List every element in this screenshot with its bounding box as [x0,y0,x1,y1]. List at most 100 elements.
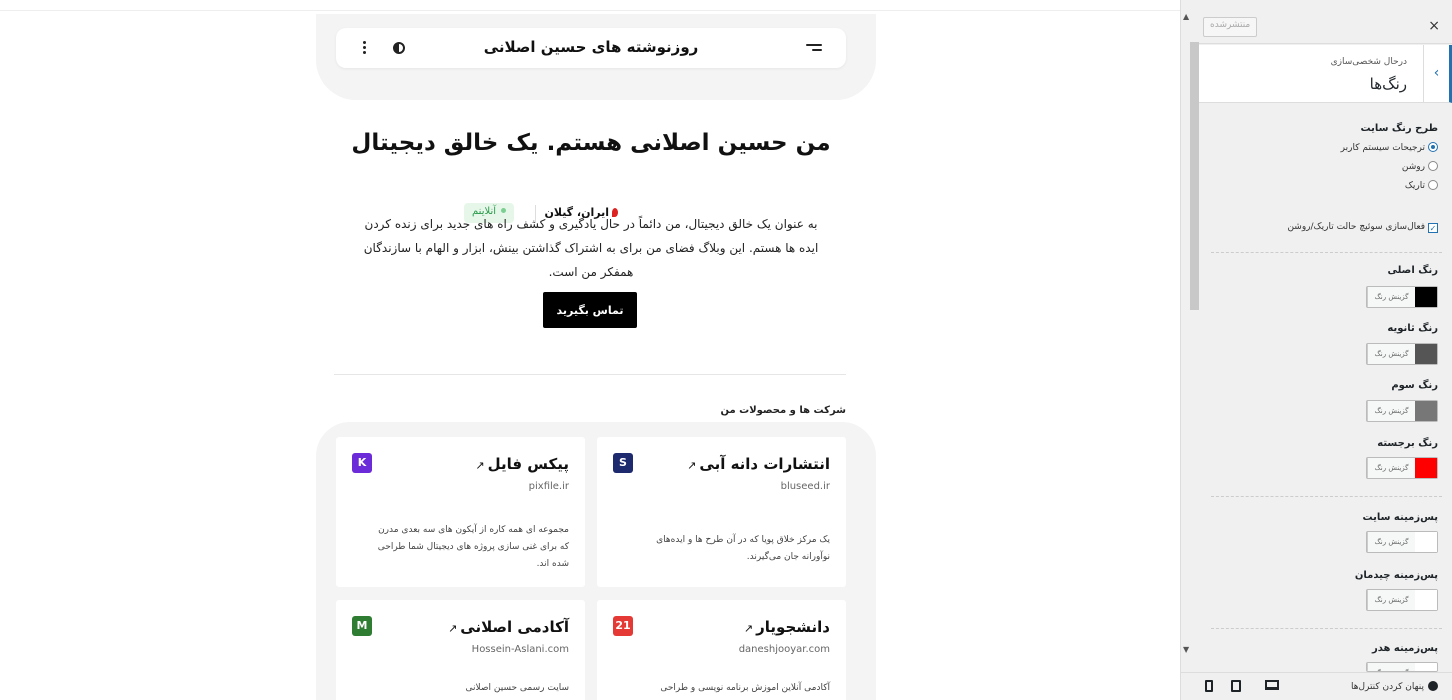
card-title[interactable]: دانشجویار↗ [744,618,830,636]
checkbox-label: فعال‌سازی سوئیچ حالت تاریک/روشن [1287,222,1425,232]
breadcrumb: درحال شخصی‌سازی [1330,57,1407,67]
color-label-site-bg: پس‌زمینه سایت [1362,512,1438,523]
external-link-icon: ↗ [687,459,697,472]
scroll-down-icon[interactable]: ▼ [1183,645,1189,654]
daneshjooyar-logo-icon: 21 [613,616,633,636]
color-picker-accent[interactable]: گزینش رنگ [1366,457,1438,479]
color-swatch[interactable] [1415,532,1437,552]
scheme-option-light[interactable]: روشن [1402,161,1438,175]
color-picker-primary[interactable]: گزینش رنگ [1366,286,1438,308]
color-swatch[interactable] [1415,344,1437,364]
color-scheme-title: طرح رنگ سایت [1360,123,1439,134]
color-picker-label[interactable]: گزینش رنگ [1367,663,1415,671]
card-url: bluseed.ir [780,481,830,492]
external-link-icon: ↗ [475,459,485,472]
color-label-accent: رنگ برجسته [1377,438,1438,449]
color-swatch[interactable] [1415,663,1437,671]
card-title-text: پیکس فایل [487,455,569,473]
radio-label: تاریک [1404,181,1425,191]
section-divider [334,374,846,375]
color-picker-label[interactable]: گزینش رنگ [1367,590,1415,610]
hero-description: به عنوان یک خالق دیجیتال، من دائماً در ح… [356,212,826,284]
card-title-text: انتشارات دانه آبی [699,455,830,473]
more-options-icon[interactable] [362,40,366,56]
color-picker-site-bg[interactable]: گزینش رنگ [1366,531,1438,553]
hide-controls-label: پنهان کردن کنترل‌ها [1350,682,1424,692]
pixfile-logo-icon: K [352,453,372,473]
radio-label: ترجیحات سیستم کاربر [1340,143,1425,153]
radio-label: روشن [1401,162,1425,172]
card-title[interactable]: آکادمی اصلانی↗ [448,618,569,636]
product-card[interactable]: پیکس فایل↗ pixfile.ir مجموعه ای همه کاره… [336,437,585,587]
close-icon[interactable]: × [1428,18,1440,34]
scheme-option-system[interactable]: ترجیحات سیستم کاربر [1341,142,1438,156]
panel-divider [1211,628,1442,629]
card-url: pixfile.ir [528,481,569,492]
color-label-layout-bg: پس‌زمینه چیدمان [1354,570,1438,581]
color-label-primary: رنگ اصلی [1387,265,1438,276]
card-title[interactable]: پیکس فایل↗ [475,455,569,473]
products-section-title: شرکت ها و محصولات من [720,405,847,416]
panel-divider [1211,496,1442,497]
section-title: رنگ‌ها [1369,75,1407,93]
scroll-up-icon[interactable]: ▲ [1183,12,1189,21]
site-header: روزنوشته های حسین اصلانی [336,28,846,68]
hero-title: من حسین اصلانی هستم. یک خالق دیجیتال [351,130,831,156]
radio-icon[interactable] [1428,180,1438,190]
color-picker-label[interactable]: گزینش رنگ [1367,344,1415,364]
tablet-preview-icon[interactable] [1231,680,1241,692]
color-picker-label[interactable]: گزینش رنگ [1367,287,1415,307]
dark-mode-switch-checkbox[interactable]: ✓فعال‌سازی سوئیچ حالت تاریک/روشن [1287,222,1438,233]
color-label-header-bg: پس‌زمینه هدر [1371,643,1438,654]
product-card[interactable]: دانشجویار↗ daneshjooyar.com آکادمی آنلای… [597,600,846,700]
color-picker-label[interactable]: گزینش رنگ [1367,458,1415,478]
card-url: Hossein-Aslani.com [471,644,569,655]
color-swatch[interactable] [1415,458,1437,478]
panel-divider [1211,252,1442,253]
color-picker-label[interactable]: گزینش رنگ [1367,401,1415,421]
color-picker-header-bg[interactable]: گزینش رنگ [1366,662,1438,672]
preview-top-border [0,10,1180,11]
mobile-preview-icon[interactable] [1205,680,1213,692]
desktop-preview-icon[interactable] [1265,680,1279,690]
section-header: › درحال شخصی‌سازی رنگ‌ها [1199,45,1452,103]
site-preview: روزنوشته های حسین اصلانی من حسین اصلانی … [0,0,1180,700]
card-description: آکادمی آنلاین اموزش برنامه نویسی و طراحی [660,683,830,693]
scrollbar-thumb[interactable] [1190,42,1199,310]
contact-button[interactable]: تماس بگیرید [543,292,637,328]
dark-mode-toggle-icon[interactable] [393,42,405,54]
card-description: سایت رسمی حسین اصلانی [465,683,569,693]
color-swatch[interactable] [1415,287,1437,307]
color-label-secondary: رنگ ثانویه [1387,323,1438,334]
scheme-option-dark[interactable]: تاریک [1405,180,1438,194]
bluseed-logo-icon: S [613,453,633,473]
back-chevron-icon[interactable]: › [1423,45,1449,103]
product-card[interactable]: آکادمی اصلانی↗ Hossein-Aslani.com سایت ر… [336,600,585,700]
external-link-icon: ↗ [448,622,458,635]
hero-description-text: به عنوان یک خالق دیجیتال، من دائماً در ح… [363,217,819,279]
color-picker-secondary[interactable]: گزینش رنگ [1366,343,1438,365]
card-description: یک مرکز خلاق پویا که در آن طرح ها و ایده… [656,535,830,562]
radio-icon[interactable] [1428,161,1438,171]
color-swatch[interactable] [1415,401,1437,421]
product-card[interactable]: انتشارات دانه آبی↗ bluseed.ir یک مرکز خل… [597,437,846,587]
publish-button[interactable]: منتشرشده [1203,17,1258,37]
card-title-text: آکادمی اصلانی [460,618,569,636]
site-title[interactable]: روزنوشته های حسین اصلانی [336,38,846,56]
color-label-tertiary: رنگ سوم [1391,380,1438,391]
radio-selected-icon[interactable] [1428,142,1438,152]
card-title[interactable]: انتشارات دانه آبی↗ [687,455,830,473]
customizer-panel: ▲ ▲ ▼ × منتشرشده › درحال شخصی‌سازی رنگ‌ه… [1180,0,1452,700]
color-picker-label[interactable]: گزینش رنگ [1367,532,1415,552]
customizer-footer: پنهان کردن کنترل‌ها [1181,672,1452,700]
color-picker-tertiary[interactable]: گزینش رنگ [1366,400,1438,422]
color-picker-layout-bg[interactable]: گزینش رنگ [1366,589,1438,611]
customizer-header: × منتشرشده [1199,10,1452,44]
checkmark-icon[interactable]: ✓ [1428,223,1438,233]
panel-scrollbar[interactable]: ▲ ▲ ▼ [1181,10,1199,690]
hide-controls-icon[interactable] [1428,681,1438,691]
hide-controls-button[interactable]: پنهان کردن کنترل‌ها [1351,681,1438,692]
aslani-logo-icon: M [352,616,372,636]
color-swatch[interactable] [1415,590,1437,610]
card-url: daneshjooyar.com [738,644,830,655]
